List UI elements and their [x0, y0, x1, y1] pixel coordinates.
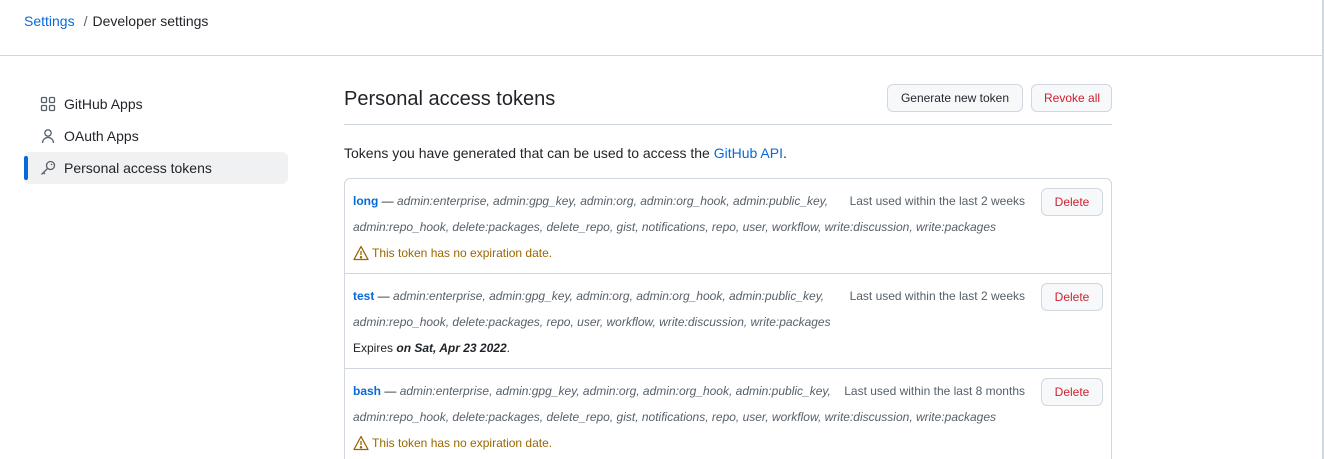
apps-icon	[40, 96, 56, 112]
github-api-link[interactable]: GitHub API	[714, 145, 783, 161]
breadcrumb-current: Developer settings	[92, 13, 209, 29]
token-header: test — admin:enterprise, admin:gpg_key, …	[353, 289, 824, 303]
page-title: Personal access tokens	[344, 88, 556, 110]
warning-text: This token has no expiration date.	[372, 246, 553, 260]
token-scopes: admin:enterprise, admin:gpg_key, admin:o…	[399, 384, 831, 398]
token-expiration-warning: This token has no expiration date.	[353, 435, 552, 451]
token-scopes-continued: admin:repo_hook, delete:packages, delete…	[353, 220, 997, 234]
sidebar-item-label: GitHub Apps	[64, 96, 143, 112]
breadcrumb-settings-link[interactable]: Settings	[24, 13, 75, 29]
delete-token-button[interactable]: Delete	[1041, 283, 1103, 311]
token-expiration-date: Expires on Sat, Apr 23 2022.	[353, 340, 510, 356]
token-header: bash — admin:enterprise, admin:gpg_key, …	[353, 384, 831, 398]
sidebar-item-label: OAuth Apps	[64, 128, 139, 144]
intro-text-end: .	[782, 145, 787, 161]
token-name-link[interactable]: test	[353, 289, 374, 303]
token-scopes-continued: admin:repo_hook, delete:packages, delete…	[353, 410, 997, 424]
token-dash: —	[381, 384, 400, 398]
breadcrumb-separator: /	[83, 13, 88, 29]
alert-icon	[353, 435, 369, 451]
token-header: long — admin:enterprise, admin:gpg_key, …	[353, 194, 828, 208]
token-list: long — admin:enterprise, admin:gpg_key, …	[344, 178, 1112, 459]
expires-prefix: Expires	[353, 341, 397, 355]
warning-text: This token has no expiration date.	[372, 436, 553, 450]
expires-end: .	[506, 341, 510, 355]
intro-text: Tokens you have generated that can be us…	[344, 145, 1112, 161]
token-scopes: admin:enterprise, admin:gpg_key, admin:o…	[393, 289, 825, 303]
token-last-used: Last used within the last 2 weeks	[849, 289, 1025, 303]
developer-settings-page: Settings / Developer settings GitHub App…	[0, 0, 1324, 459]
token-name-link[interactable]: long	[353, 194, 378, 208]
delete-token-button[interactable]: Delete	[1041, 188, 1103, 216]
breadcrumb: Settings / Developer settings	[24, 13, 208, 29]
sidebar-item-github-apps[interactable]: GitHub Apps	[24, 88, 288, 120]
main-content: Personal access tokens Generate new toke…	[344, 84, 1112, 459]
token-last-used: Last used within the last 8 months	[844, 384, 1025, 398]
token-scopes-continued: admin:repo_hook, delete:packages, repo, …	[353, 315, 831, 329]
token-dash: —	[378, 194, 397, 208]
token-row: bash — admin:enterprise, admin:gpg_key, …	[345, 369, 1111, 459]
token-row: long — admin:enterprise, admin:gpg_key, …	[345, 179, 1111, 274]
token-row: test — admin:enterprise, admin:gpg_key, …	[345, 274, 1111, 369]
token-expiration-warning: This token has no expiration date.	[353, 245, 552, 261]
intro-text-body: Tokens you have generated that can be us…	[344, 145, 714, 161]
alert-icon	[353, 245, 369, 261]
sidebar-item-label: Personal access tokens	[64, 160, 212, 176]
token-dash: —	[374, 289, 394, 303]
sidebar-item-oauth-apps[interactable]: OAuth Apps	[24, 120, 288, 152]
key-icon	[40, 160, 56, 176]
page-header: Personal access tokens Generate new toke…	[344, 84, 1112, 125]
generate-new-token-button[interactable]: Generate new token	[887, 84, 1023, 112]
token-last-used: Last used within the last 2 weeks	[849, 194, 1025, 208]
sidebar-nav: GitHub Apps OAuth Apps Personal access t…	[24, 88, 288, 184]
person-icon	[40, 128, 56, 144]
revoke-all-button[interactable]: Revoke all	[1031, 84, 1112, 112]
expires-date: on Sat, Apr 23 2022	[396, 341, 507, 355]
token-name-link[interactable]: bash	[353, 384, 381, 398]
header-divider	[0, 55, 1322, 56]
token-scopes: admin:enterprise, admin:gpg_key, admin:o…	[397, 194, 829, 208]
sidebar-item-personal-access-tokens[interactable]: Personal access tokens	[24, 152, 288, 184]
delete-token-button[interactable]: Delete	[1041, 378, 1103, 406]
